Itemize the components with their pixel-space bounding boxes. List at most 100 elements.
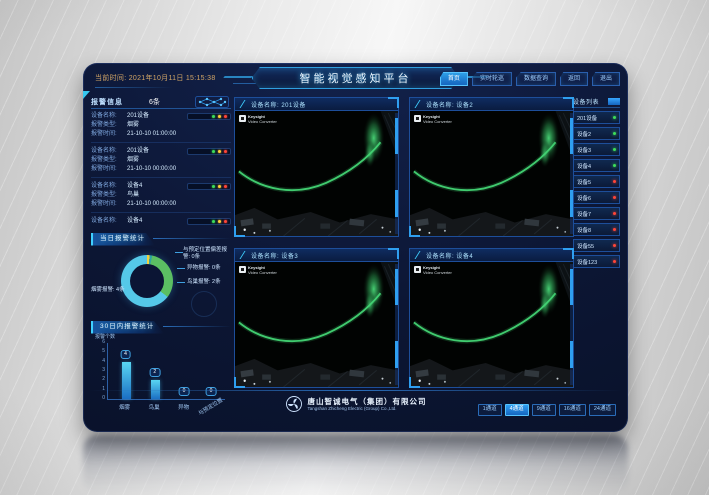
device-list-item[interactable]: 设备6 [573, 191, 620, 204]
device-status-dot [613, 212, 616, 215]
today-alarm-donut-chart: 烟雾报警: 4条 鸟巢报警: 2条 异物报警: 0条 与预定位置偏差报警: 0条 [91, 247, 231, 319]
video-scrollbar[interactable] [395, 113, 398, 234]
corner-accent [83, 91, 90, 99]
video-device-name: 设备名称: 设备3 [251, 251, 298, 260]
watermark-product: Video Converter [248, 271, 277, 276]
bar-value-pill: 4 [120, 350, 131, 359]
device-list-items: 201设备设备2 设备3 设备4 设备5 设备6 设备7 设备8 设备55 设备123 [573, 111, 620, 268]
device-status-dot [613, 244, 616, 247]
watermark-logo-icon [239, 266, 246, 273]
device-status-dot [613, 228, 616, 231]
page-title: 智能视觉感知平台 [252, 67, 460, 89]
alarm-time-row: 报警时间:21-10-10 01:00:00 [91, 130, 231, 139]
watermark-logo-icon [414, 115, 421, 122]
channel-button[interactable]: 16通道 [559, 404, 586, 416]
section-decor-line [153, 238, 231, 239]
video-device-name: 设备名称: 设备2 [426, 100, 473, 109]
y-tick: 5 [93, 349, 105, 354]
device-list-header: 设备列表 [573, 95, 620, 108]
donut-label-smoke: 烟雾报警: 4条 [91, 287, 125, 294]
device-status-dot [613, 132, 616, 135]
header-bar: 当前时间: 2021年10月11日 15:15:38 智能视觉感知平台 首页实时… [83, 63, 628, 93]
nav-button-item[interactable]: 实时轮巡 [472, 72, 512, 86]
device-status-dot [613, 148, 616, 151]
topology-icon [195, 96, 229, 108]
video-panel[interactable]: 设备名称: 设备2 [409, 97, 574, 237]
dashboard-screen: 当前时间: 2021年10月11日 15:15:38 智能视觉感知平台 首页实时… [83, 63, 628, 432]
alarm-list-item[interactable]: 设备名称:设备4 [91, 216, 231, 229]
watermark-product: Video Converter [423, 120, 452, 125]
donut-label-position-deviation: 与预定位置偏差报警: 0条 [183, 247, 231, 260]
main-nav: 首页实时轮巡数据查询返回退出 [440, 72, 620, 86]
device-list-item[interactable]: 设备55 [573, 239, 620, 252]
watermark-product: Video Converter [423, 271, 452, 276]
device-list-item[interactable]: 设备4 [573, 159, 620, 172]
header-slash-decor [415, 251, 426, 259]
header-slash-decor [415, 100, 426, 108]
device-list-item[interactable]: 201设备 [573, 111, 620, 124]
channel-switcher: 1通道4通道9通道16通道24通道 [478, 404, 616, 416]
nav-button-active[interactable]: 首页 [440, 72, 468, 86]
channel-button[interactable]: 24通道 [589, 404, 616, 416]
page-background: 当前时间: 2021年10月11日 15:15:38 智能视觉感知平台 首页实时… [0, 0, 709, 495]
video-panel[interactable]: 设备名称: 设备4 [409, 248, 574, 388]
watermark-product: Video Converter [248, 120, 277, 125]
device-status-dot [613, 116, 616, 119]
header-slash-decor [240, 251, 251, 259]
device-list-item[interactable]: 设备2 [573, 127, 620, 140]
video-watermark: Keysight Video Converter [414, 115, 452, 124]
device-list-item[interactable]: 设备3 [573, 143, 620, 156]
alarm-list-item[interactable]: 设备名称:设备4报警类型:鸟巢报警时间:21-10-10 00:00:00 [91, 181, 231, 213]
video-panel-header: 设备名称: 设备2 [410, 98, 573, 111]
device-status-dot [613, 164, 616, 167]
alarm-status-indicator [187, 183, 231, 190]
header-slash-decor [240, 100, 251, 108]
video-panel-header: 设备名称: 201设备 [235, 98, 398, 111]
alarm-panel-header: 报警信息 6条 [91, 95, 231, 109]
video-watermark: Keysight Video Converter [414, 266, 452, 275]
channel-button[interactable]: 1通道 [478, 404, 502, 416]
video-device-name: 设备名称: 设备4 [426, 251, 473, 260]
device-list-tab[interactable] [608, 98, 620, 105]
company-logo-icon [285, 395, 303, 413]
nav-button-item[interactable]: 退出 [592, 72, 620, 86]
device-list-item[interactable]: 设备123 [573, 255, 620, 268]
video-device-name: 设备名称: 201设备 [251, 100, 306, 109]
alarm-count-badge: 6条 [149, 97, 160, 107]
video-scrollbar[interactable] [395, 264, 398, 385]
alarm-list-item[interactable]: 设备名称:201设备报警类型:烟雾报警时间:21-10-10 01:00:00 [91, 111, 231, 143]
alarm-status-indicator [187, 218, 231, 225]
alarm-type-row: 报警类型:烟雾 [91, 156, 231, 165]
video-feed: Keysight Video Converter [410, 262, 573, 387]
donut-label-nest: 鸟巢报警: 2条 [187, 279, 221, 286]
device-status-dot [613, 180, 616, 183]
alarm-sidebar: 报警信息 6条 设备名称:201设备报警类型:烟雾报警时间:21-10-10 0… [91, 95, 231, 417]
circle-ornament [191, 291, 217, 317]
channel-button[interactable]: 9通道 [532, 404, 556, 416]
company-name-cn: 唐山智诚电气（集团）有限公司 [308, 397, 427, 406]
donut-label-foreign-object: 异物报警: 0条 [187, 265, 221, 272]
alarm-status-indicator [187, 113, 231, 120]
video-panel[interactable]: 设备名称: 设备3 [234, 248, 399, 388]
device-list-panel: 设备列表 201设备设备2 设备3 设备4 设备5 设备6 设备7 设备8 设备55 设备123 [573, 95, 620, 388]
video-watermark: Keysight Video Converter [239, 115, 277, 124]
device-list-item[interactable]: 设备5 [573, 175, 620, 188]
alarm-panel-title: 报警信息 [91, 97, 123, 107]
alarm-status-indicator [187, 148, 231, 155]
watermark-logo-icon [414, 266, 421, 273]
section-decor-line [163, 326, 231, 327]
device-list-title: 设备列表 [573, 97, 599, 106]
channel-button[interactable]: 4通道 [505, 404, 529, 416]
video-grid: 设备名称: 201设备 [234, 97, 574, 388]
bar-value-pill: 2 [149, 368, 160, 377]
video-panel-header: 设备名称: 设备3 [235, 249, 398, 262]
video-panel[interactable]: 设备名称: 201设备 [234, 97, 399, 237]
device-list-item[interactable]: 设备8 [573, 223, 620, 236]
nav-button-item[interactable]: 数据查询 [516, 72, 556, 86]
alarm-type-row: 报警类型:鸟巢 [91, 191, 231, 200]
monthly-stats-title: 30日内报警统计 [91, 321, 164, 334]
y-tick: 3 [93, 368, 105, 373]
alarm-list-item[interactable]: 设备名称:201设备报警类型:烟雾报警时间:21-10-10 00:00:00 [91, 146, 231, 178]
device-list-item[interactable]: 设备7 [573, 207, 620, 220]
nav-button-item[interactable]: 返回 [560, 72, 588, 86]
